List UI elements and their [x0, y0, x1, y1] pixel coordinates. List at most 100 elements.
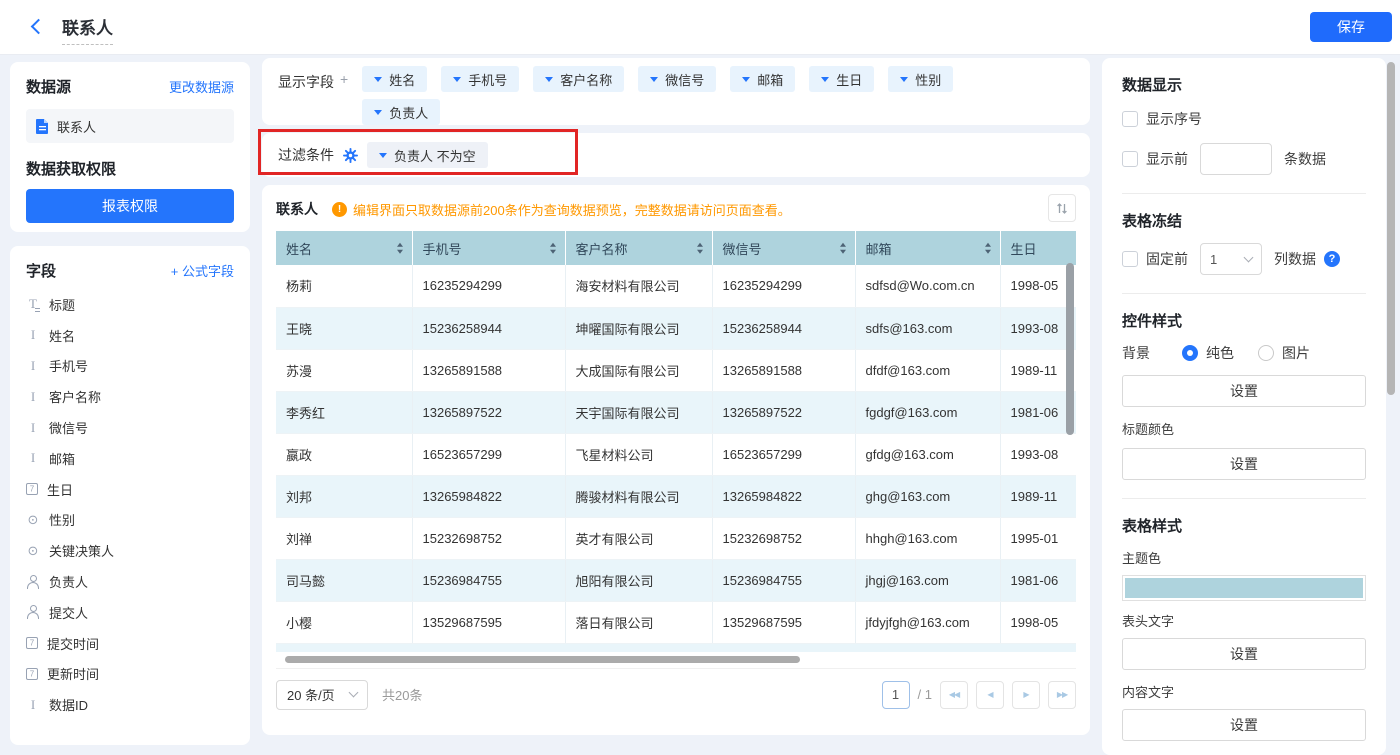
image-radio[interactable] — [1258, 345, 1274, 361]
field-item[interactable]: 数据ID — [26, 689, 234, 720]
field-label: 标题 — [49, 297, 76, 313]
field-item[interactable]: 客户名称 — [26, 381, 234, 412]
fields-panel: 字段 + 公式字段 标题 姓名 手机号 客户名称 微信号 邮箱 生日 性别 关键… — [10, 246, 250, 745]
cell: 1993-08 — [1000, 433, 1076, 476]
theme-color-swatch[interactable] — [1122, 575, 1366, 601]
add-formula-field-link[interactable]: + 公式字段 — [171, 261, 234, 280]
next-page-button[interactable] — [1012, 680, 1040, 709]
sort-carets-icon[interactable] — [839, 242, 846, 254]
content-text-set-button[interactable]: 设置 — [1122, 709, 1366, 741]
field-label: 姓名 — [49, 328, 76, 344]
column-header[interactable]: 微信号 — [712, 231, 856, 265]
column-header[interactable]: 姓名 — [276, 231, 413, 265]
display-field-tag[interactable]: 生日 — [809, 66, 875, 92]
current-page-input[interactable]: 1 — [881, 680, 910, 709]
field-item[interactable]: 提交人 — [26, 597, 234, 628]
field-item[interactable]: 手机号 — [26, 351, 234, 382]
cell: 15232698752 — [412, 517, 566, 560]
field-item[interactable]: 邮箱 — [26, 443, 234, 474]
field-label: 邮箱 — [49, 451, 76, 467]
fields-title: 字段 — [26, 263, 57, 280]
sort-carets-icon[interactable] — [984, 242, 991, 254]
background-set-button[interactable]: 设置 — [1122, 375, 1366, 407]
show-first-count-input[interactable] — [1200, 143, 1272, 175]
triangle-down-icon — [650, 77, 659, 86]
field-item[interactable]: 提交时间 — [26, 628, 234, 659]
display-field-tag[interactable]: 负责人 — [362, 99, 441, 125]
text-icon — [26, 421, 40, 435]
change-datasource-link[interactable]: 更改数据源 — [169, 77, 234, 96]
field-label: 更新时间 — [47, 667, 100, 683]
filter-condition-tag[interactable]: 负责人 不为空 — [367, 142, 488, 168]
fix-columns-value: 1 — [1210, 251, 1218, 267]
field-item[interactable]: 更新时间 — [26, 659, 234, 690]
horizontal-scrollbar-thumb[interactable] — [285, 656, 800, 663]
gear-icon[interactable] — [343, 147, 358, 163]
top-bar: 联系人 保存 — [0, 0, 1400, 55]
last-page-button[interactable] — [1048, 680, 1076, 709]
display-field-tag[interactable]: 姓名 — [362, 66, 428, 92]
add-display-field-button[interactable]: + — [340, 71, 348, 117]
datasource-item[interactable]: 联系人 — [26, 109, 234, 143]
window-scrollbar-thumb[interactable] — [1387, 62, 1395, 395]
fix-first-label: 固定前 — [1146, 251, 1188, 267]
field-item[interactable]: 微信号 — [26, 412, 234, 443]
save-button[interactable]: 保存 — [1310, 12, 1392, 42]
cell: 司马懿 — [276, 559, 413, 602]
table-row: 苏漫 13265891588 大成国际有限公司 13265891588 dfdf@163… — [276, 349, 1076, 392]
column-header[interactable]: 客户名称 — [565, 231, 713, 265]
field-item[interactable]: 性别 — [26, 505, 234, 536]
sort-carets-icon[interactable] — [549, 242, 556, 254]
cell: 13265891588 — [412, 349, 566, 392]
field-item[interactable]: 标题 — [26, 289, 234, 320]
display-field-tag[interactable]: 客户名称 — [533, 66, 625, 92]
cell: ghg@163.com — [855, 475, 1001, 518]
solid-color-radio[interactable] — [1182, 345, 1198, 361]
display-field-tag[interactable]: 微信号 — [638, 66, 717, 92]
sort-carets-icon[interactable] — [396, 242, 403, 254]
settings-panel: 数据显示 显示序号 显示前 条数据 表格冻结 固定前 1 列数据 ? 控件样式 … — [1102, 58, 1386, 755]
page-size-select[interactable]: 20 条/页 — [276, 679, 368, 710]
back-icon[interactable] — [30, 18, 47, 35]
header-text-set-button[interactable]: 设置 — [1122, 638, 1366, 670]
sort-carets-icon[interactable] — [696, 242, 703, 254]
field-item[interactable]: 负责人 — [26, 566, 234, 597]
cell: fgdgf@163.com — [855, 391, 1001, 434]
pagination-bar: 20 条/页 共20条 1 / 1 — [276, 668, 1076, 720]
datasource-name: 联系人 — [57, 119, 97, 135]
cell: 刘禅 — [276, 517, 413, 560]
field-item[interactable]: 生日 — [26, 474, 234, 505]
header-text-label: 表头文字 — [1122, 614, 1175, 629]
show-index-checkbox[interactable] — [1122, 111, 1138, 127]
prev-page-button[interactable] — [976, 680, 1004, 709]
page-title: 联系人 — [62, 14, 113, 45]
report-permission-button[interactable]: 报表权限 — [26, 189, 234, 223]
column-header[interactable]: 生日 — [1000, 231, 1076, 265]
vertical-scrollbar-thumb[interactable] — [1066, 263, 1074, 435]
field-label: 性别 — [49, 513, 76, 529]
field-item[interactable]: 姓名 — [26, 320, 234, 351]
tag-label: 手机号 — [468, 72, 508, 88]
display-field-tag[interactable]: 性别 — [888, 66, 954, 92]
fix-first-checkbox[interactable] — [1122, 251, 1138, 267]
chevron-down-icon — [348, 687, 359, 698]
sort-order-button[interactable] — [1048, 194, 1076, 222]
column-header[interactable]: 邮箱 — [855, 231, 1001, 265]
help-icon[interactable]: ? — [1324, 251, 1340, 267]
cell: 小樱 — [276, 601, 413, 644]
field-item[interactable]: 关键决策人 — [26, 535, 234, 566]
user-icon — [26, 605, 40, 620]
cell: 13529687595 — [712, 601, 856, 644]
show-first-checkbox[interactable] — [1122, 151, 1138, 167]
column-header[interactable]: 手机号 — [412, 231, 566, 265]
display-field-tag[interactable]: 手机号 — [441, 66, 520, 92]
cell: 1995-01 — [1000, 517, 1076, 560]
triangle-down-icon — [453, 77, 462, 86]
table-row: 司马懿 15236984755 旭阳有限公司 15236984755 jhgj@163.… — [276, 559, 1076, 602]
triangle-down-icon — [374, 110, 383, 119]
first-page-button[interactable] — [940, 680, 968, 709]
fix-columns-select[interactable]: 1 — [1200, 243, 1262, 275]
display-field-tag[interactable]: 邮箱 — [730, 66, 796, 92]
cell: 1989-11 — [1000, 349, 1076, 392]
title-color-set-button[interactable]: 设置 — [1122, 448, 1366, 480]
